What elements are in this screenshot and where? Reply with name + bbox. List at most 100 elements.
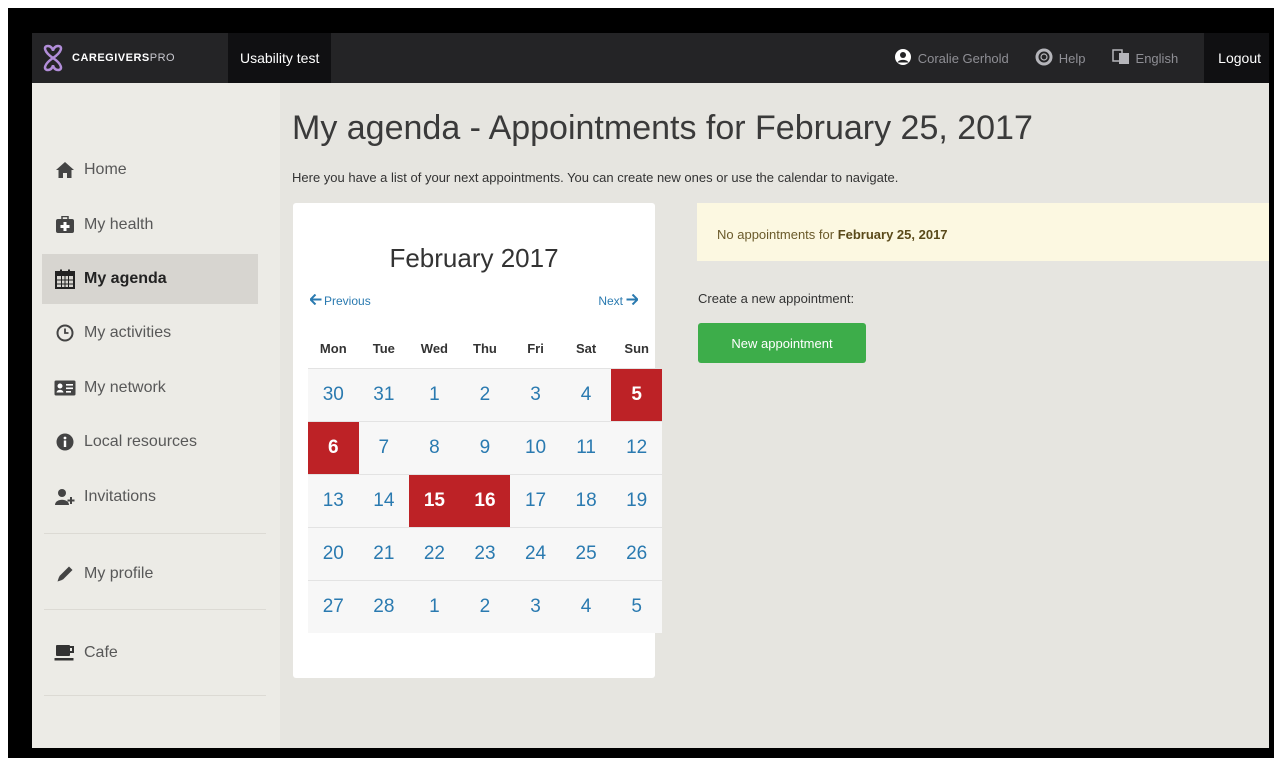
logout-button[interactable]: Logout (1204, 33, 1269, 83)
calendar-day[interactable]: 3 (510, 580, 561, 633)
calendar-day[interactable]: 13 (308, 474, 359, 528)
page-title: My agenda - Appointments for February 25… (292, 109, 1033, 147)
calendar-day[interactable]: 24 (510, 527, 561, 581)
sidebar-item-label: Cafe (84, 644, 118, 661)
calendar-day[interactable]: 1 (409, 580, 460, 633)
calendar-day[interactable]: 4 (560, 580, 612, 633)
sidebar-item-local-resources[interactable]: Local resources (42, 417, 258, 467)
medkit-icon (54, 216, 76, 234)
alert-text: No appointments for (717, 227, 838, 242)
screenshot-frame: CAREGIVERSPRO Usability test Coralie Ger… (8, 8, 1274, 758)
sidebar-item-cafe[interactable]: Cafe (42, 628, 258, 678)
sidebar-divider (44, 695, 266, 696)
sidebar-divider (44, 609, 266, 610)
calendar-day-with-appointment[interactable]: 15 (409, 474, 460, 528)
calendar-day[interactable]: 9 (459, 421, 511, 475)
calendar-day[interactable]: 8 (409, 421, 460, 475)
brand-pro-text: PRO (149, 52, 176, 64)
calendar-day[interactable]: 19 (611, 474, 662, 528)
calendar-previous-label: Previous (324, 294, 371, 308)
weekday-header-row: Mon Tue Wed Thu Fri Sat Sun (308, 328, 662, 369)
calendar-day[interactable]: 11 (560, 421, 612, 475)
calendar-day[interactable]: 4 (560, 368, 612, 422)
calendar-day[interactable]: 7 (358, 421, 410, 475)
weekday-header: Fri (527, 340, 544, 356)
calendar-day[interactable]: 23 (459, 527, 511, 581)
pencil-icon (54, 564, 76, 584)
calendar-day[interactable]: 2 (459, 580, 511, 633)
calendar-day[interactable]: 1 (409, 368, 460, 422)
calendar-day[interactable]: 20 (308, 527, 359, 581)
sidebar-divider (44, 533, 266, 534)
sidebar-item-label: My agenda (84, 270, 167, 287)
calendar-day[interactable]: 22 (409, 527, 460, 581)
calendar-month-title: February 2017 (389, 243, 559, 273)
calendar-day[interactable]: 21 (358, 527, 410, 581)
translate-icon (1111, 48, 1130, 68)
sidebar-item-invitations[interactable]: Invitations (42, 472, 258, 522)
calendar-day[interactable]: 25 (560, 527, 612, 581)
calendar-next-link[interactable]: Next (598, 293, 639, 308)
calendar-day[interactable]: 12 (611, 421, 662, 475)
calendar-day[interactable]: 10 (510, 421, 561, 475)
sidebar-item-my-profile[interactable]: My profile (42, 549, 258, 599)
navbar-right: Coralie Gerhold Help English Logout (894, 33, 1269, 83)
calendar-day[interactable]: 28 (358, 580, 410, 633)
calendar-grid: Mon Tue Wed Thu Fri Sat Sun 30 31 1 2 3 … (308, 328, 662, 633)
sidebar-item-my-health[interactable]: My health (42, 200, 258, 250)
calendar-panel: February 2017 Previous Next Mon Tue Wed … (293, 203, 662, 678)
add-user-icon (54, 488, 76, 506)
sidebar-item-my-agenda[interactable]: My agenda (42, 254, 258, 304)
help-link[interactable]: Help (1035, 48, 1086, 69)
sidebar-item-label: My network (84, 379, 166, 396)
calendar-previous-link[interactable]: Previous (309, 293, 371, 308)
arrow-left-icon (309, 293, 322, 308)
calendar-day[interactable]: 2 (459, 368, 511, 422)
calendar-day-with-appointment[interactable]: 5 (611, 368, 662, 422)
calendar-day[interactable]: 27 (308, 580, 359, 633)
calendar-week-row: 6 7 8 9 10 11 12 (308, 421, 662, 475)
new-appointment-button[interactable]: New appointment (698, 323, 866, 363)
calendar-day-with-appointment[interactable]: 16 (459, 474, 511, 528)
calendar-day[interactable]: 3 (510, 368, 561, 422)
sidebar-item-label: My profile (84, 565, 154, 582)
sidebar-item-label: My activities (84, 324, 172, 341)
brand-main-text: CAREGIVERS (72, 52, 150, 64)
home-icon (54, 161, 76, 179)
calendar-day[interactable]: 26 (611, 527, 662, 581)
language-label: English (1135, 50, 1179, 66)
calendar-day[interactable]: 5 (611, 580, 662, 633)
calendar-day[interactable]: 14 (358, 474, 410, 528)
arrow-right-icon (626, 293, 639, 308)
clock-icon (54, 324, 76, 342)
sidebar-item-home[interactable]: Home (42, 145, 258, 195)
language-selector[interactable]: English (1111, 48, 1179, 68)
weekday-header: Tue (372, 340, 395, 356)
project-link[interactable]: Usability test (228, 33, 332, 83)
sidebar-item-label: Local resources (84, 433, 197, 450)
sidebar-item-my-activities[interactable]: My activities (42, 308, 258, 358)
info-icon (54, 433, 76, 451)
sidebar-item-my-network[interactable]: My network (42, 363, 258, 413)
calendar-day[interactable]: 31 (358, 368, 410, 422)
lifebuoy-icon (1035, 48, 1053, 69)
create-appointment-label: Create a new appointment: (698, 291, 855, 306)
contact-card-icon (54, 380, 76, 396)
brand-logo[interactable]: CAREGIVERSPRO (40, 39, 175, 77)
user-circle-icon (894, 48, 912, 69)
calendar-day[interactable]: 18 (560, 474, 612, 528)
brand-name: CAREGIVERSPRO (72, 52, 175, 64)
calendar-next-label: Next (598, 294, 623, 308)
sidebar: Home My health My agenda My activities M… (32, 83, 280, 748)
no-appointments-alert: No appointments for February 25, 2017 (697, 203, 1269, 261)
logo-icon (43, 44, 63, 72)
calendar-day-with-appointment[interactable]: 6 (308, 421, 359, 475)
calendar-day[interactable]: 30 (308, 368, 359, 422)
calendar-week-row: 30 31 1 2 3 4 5 (308, 368, 662, 422)
calendar-day[interactable]: 17 (510, 474, 561, 528)
user-menu[interactable]: Coralie Gerhold (894, 48, 1009, 69)
calendar-week-row: 27 28 1 2 3 4 5 (308, 580, 662, 633)
sidebar-item-label: Invitations (84, 488, 157, 505)
weekday-header: Mon (319, 340, 347, 356)
sidebar-item-label: My health (84, 216, 154, 233)
